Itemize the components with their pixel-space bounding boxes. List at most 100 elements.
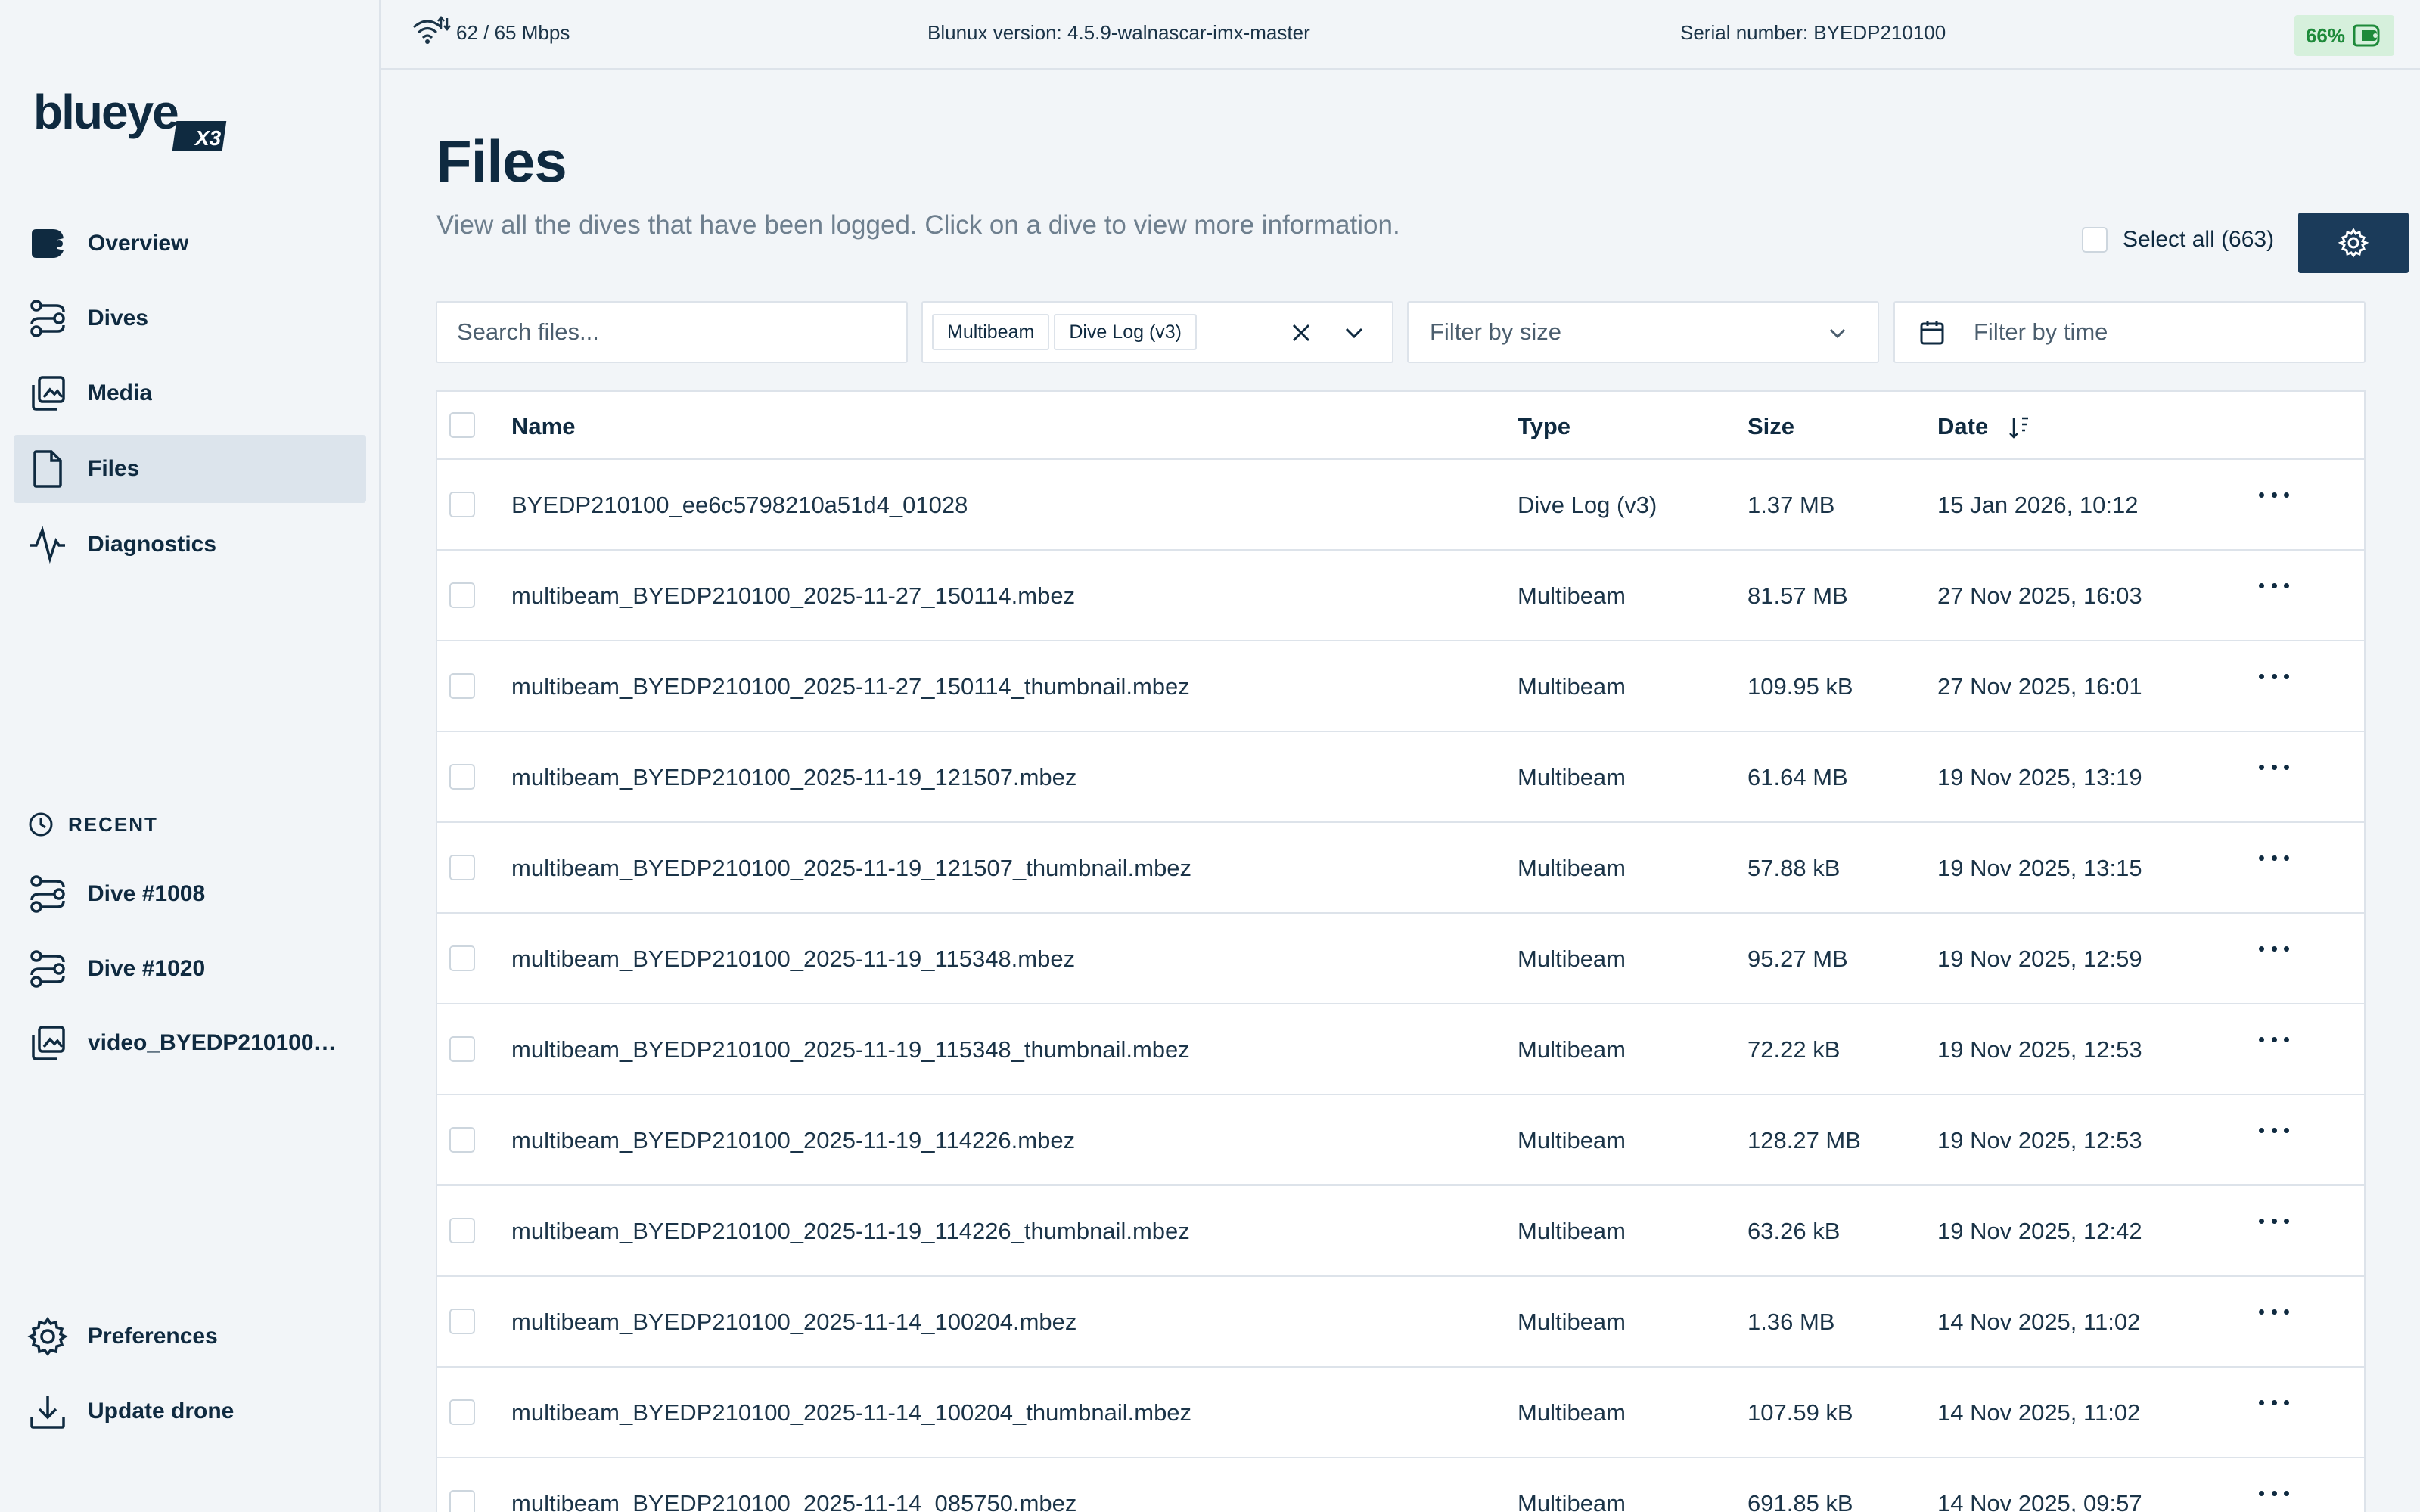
more-options-icon[interactable] (2259, 669, 2289, 684)
size-filter[interactable]: Filter by size (1407, 301, 1879, 363)
table-row[interactable]: multibeam_BYEDP210100_2025-11-14_085750.… (437, 1458, 2364, 1512)
more-options-icon[interactable] (2259, 1395, 2289, 1410)
calendar-icon (1920, 321, 1944, 345)
table-row[interactable]: multibeam_BYEDP210100_2025-11-14_100204.… (437, 1277, 2364, 1368)
close-icon[interactable] (1288, 319, 1315, 346)
file-name: multibeam_BYEDP210100_2025-11-14_100204.… (511, 1309, 1077, 1335)
table-row[interactable]: multibeam_BYEDP210100_2025-11-19_115348.… (437, 914, 2364, 1004)
file-type: Multibeam (1518, 855, 1626, 881)
more-options-icon[interactable] (2259, 1304, 2289, 1319)
file-date: 27 Nov 2025, 16:03 (1937, 582, 2142, 609)
time-filter[interactable]: Filter by time (1893, 301, 2366, 363)
more-options-icon[interactable] (2259, 578, 2289, 593)
file-size: 63.26 kB (1747, 1218, 1841, 1244)
search-input[interactable] (457, 318, 906, 346)
file-type: Multibeam (1518, 582, 1626, 609)
table-row[interactable]: multibeam_BYEDP210100_2025-11-14_100204_… (437, 1368, 2364, 1458)
type-chip-dive-log[interactable]: Dive Log (v3) (1054, 314, 1197, 350)
logo-text: blueye (33, 85, 178, 139)
column-header-type[interactable]: Type (1518, 413, 1570, 440)
file-name: multibeam_BYEDP210100_2025-11-27_150114_… (511, 673, 1190, 700)
sidebar-item-overview[interactable]: Overview (14, 210, 366, 278)
network-speed: 62 / 65 Mbps (456, 21, 570, 44)
row-checkbox[interactable] (449, 1490, 475, 1512)
row-checkbox[interactable] (449, 764, 475, 790)
row-checkbox[interactable] (449, 582, 475, 608)
more-options-icon[interactable] (2259, 1122, 2289, 1138)
more-options-icon[interactable] (2259, 487, 2289, 502)
table-row[interactable]: multibeam_BYEDP210100_2025-11-19_114226.… (437, 1095, 2364, 1186)
file-name: multibeam_BYEDP210100_2025-11-19_114226.… (511, 1127, 1076, 1153)
table-row[interactable]: multibeam_BYEDP210100_2025-11-27_150114.… (437, 551, 2364, 641)
file-name: multibeam_BYEDP210100_2025-11-14_085750.… (511, 1490, 1077, 1512)
file-size: 1.37 MB (1747, 492, 1835, 518)
file-date: 19 Nov 2025, 12:59 (1937, 945, 2142, 972)
battery-badge: 66% (2294, 15, 2394, 56)
file-size: 107.59 kB (1747, 1399, 1853, 1426)
row-checkbox[interactable] (449, 673, 475, 699)
row-checkbox[interactable] (449, 1127, 475, 1153)
row-checkbox[interactable] (449, 855, 475, 880)
search-box[interactable] (436, 301, 908, 363)
file-name: multibeam_BYEDP210100_2025-11-19_115348_… (511, 1036, 1190, 1063)
file-icon (24, 446, 71, 492)
sort-descending-icon[interactable] (2007, 415, 2033, 441)
table-row[interactable]: multibeam_BYEDP210100_2025-11-19_114226_… (437, 1186, 2364, 1277)
file-date: 14 Nov 2025, 11:02 (1937, 1399, 2141, 1426)
column-header-date[interactable]: Date (1937, 413, 2033, 441)
sidebar-item-update-drone[interactable]: Update drone (14, 1377, 366, 1445)
table-row[interactable]: multibeam_BYEDP210100_2025-11-19_121507.… (437, 732, 2364, 823)
settings-button[interactable] (2298, 213, 2409, 273)
row-checkbox[interactable] (449, 492, 475, 517)
sidebar-item-media[interactable]: Media (14, 359, 366, 427)
more-options-icon[interactable] (2259, 1032, 2289, 1047)
table-row[interactable]: BYEDP210100_ee6c5798210a51d4_01028 Dive L… (437, 460, 2364, 551)
file-name: BYEDP210100_ee6c5798210a51d4_01028 (511, 492, 968, 518)
type-chip-multibeam[interactable]: Multibeam (932, 314, 1050, 350)
file-type: Multibeam (1518, 1218, 1626, 1244)
select-all-checkbox[interactable] (2082, 227, 2108, 253)
more-options-icon[interactable] (2259, 759, 2289, 775)
row-checkbox[interactable] (449, 1309, 475, 1334)
file-name: multibeam_BYEDP210100_2025-11-19_114226_… (511, 1218, 1190, 1244)
sidebar-item-label: Files (88, 456, 140, 481)
dives-icon (24, 871, 71, 917)
table-row[interactable]: multibeam_BYEDP210100_2025-11-27_150114_… (437, 641, 2364, 732)
header-checkbox[interactable] (449, 412, 475, 438)
recent-item-label: video_BYEDP210100_2... (88, 1030, 345, 1055)
column-header-size[interactable]: Size (1747, 413, 1794, 440)
file-name: multibeam_BYEDP210100_2025-11-19_115348.… (511, 945, 1076, 972)
more-options-icon[interactable] (2259, 1486, 2289, 1501)
recent-item-dive-1020[interactable]: Dive #1020 (14, 935, 366, 1003)
sidebar-item-diagnostics[interactable]: Diagnostics (14, 511, 366, 579)
table-row[interactable]: multibeam_BYEDP210100_2025-11-19_115348_… (437, 1004, 2364, 1095)
blueye-logo[interactable]: blueye X3 (33, 85, 238, 157)
file-name: multibeam_BYEDP210100_2025-11-19_121507.… (511, 764, 1077, 790)
select-all[interactable]: Select all (663) (2082, 227, 2274, 253)
type-filter[interactable]: Multibeam Dive Log (v3) (921, 301, 1393, 363)
table-row[interactable]: multibeam_BYEDP210100_2025-11-19_121507_… (437, 823, 2364, 914)
chevron-down-icon[interactable] (1340, 319, 1368, 346)
file-size: 128.27 MB (1747, 1127, 1861, 1153)
sidebar-item-dives[interactable]: Dives (14, 284, 366, 352)
battery-icon (2353, 24, 2380, 47)
recent-item-dive-1008[interactable]: Dive #1008 (14, 860, 366, 928)
column-header-date-label: Date (1937, 413, 1989, 439)
chevron-down-icon (1829, 328, 1846, 339)
file-type: Dive Log (v3) (1518, 492, 1657, 518)
more-options-icon[interactable] (2259, 941, 2289, 956)
recent-item-video[interactable]: video_BYEDP210100_2... (14, 1009, 366, 1077)
files-table: Name Type Size Date BYEDP210100_ee6c5798… (436, 390, 2366, 1512)
more-options-icon[interactable] (2259, 850, 2289, 865)
sidebar-item-files[interactable]: Files (14, 435, 366, 503)
row-checkbox[interactable] (449, 1399, 475, 1425)
sidebar-item-label: Preferences (88, 1324, 218, 1349)
sidebar-item-preferences[interactable]: Preferences (14, 1302, 366, 1371)
row-checkbox[interactable] (449, 945, 475, 971)
media-icon (24, 370, 71, 417)
row-checkbox[interactable] (449, 1036, 475, 1062)
more-options-icon[interactable] (2259, 1213, 2289, 1228)
column-header-name[interactable]: Name (511, 413, 575, 440)
sidebar-item-label: Overview (88, 231, 189, 256)
row-checkbox[interactable] (449, 1218, 475, 1243)
